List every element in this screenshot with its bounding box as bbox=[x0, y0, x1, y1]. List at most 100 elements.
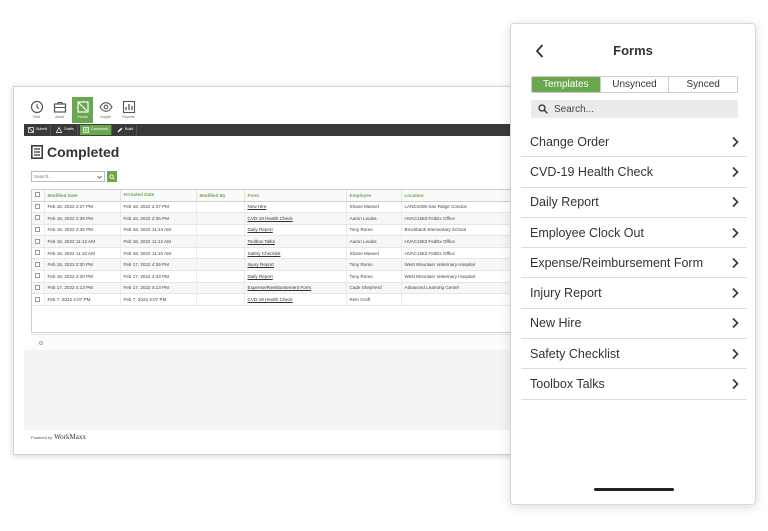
form-template-label: Daily Report bbox=[530, 195, 599, 210]
row-checkbox-cell[interactable] bbox=[32, 247, 45, 260]
column-header-location[interactable]: Location bbox=[401, 190, 512, 202]
row-checkbox[interactable] bbox=[35, 273, 40, 279]
table-row[interactable]: Feb 18, 2022 2:30 PM Feb 17, 2022 4:39 PM… bbox=[32, 258, 512, 272]
table-row[interactable]: Feb 18, 2022 2:30 PM Feb 17, 2022 4:33 PM… bbox=[32, 270, 512, 283]
form-link-cell[interactable]: Safety Checklist bbox=[244, 247, 347, 260]
table-cell: Tony Romo bbox=[346, 258, 402, 272]
row-checkbox[interactable] bbox=[35, 215, 40, 221]
table-cell: HVAC1583 FedEx Office bbox=[401, 235, 512, 248]
warning-icon bbox=[56, 127, 63, 133]
mobile-title: Forms bbox=[613, 43, 653, 58]
tab-templates[interactable]: Templates bbox=[532, 77, 601, 92]
table-cell: Feb 18, 2022 2:30 PM bbox=[44, 258, 121, 272]
tab-unsynced[interactable]: Unsynced bbox=[601, 77, 670, 92]
nav-time[interactable]: Time bbox=[26, 97, 47, 123]
row-checkbox-cell[interactable] bbox=[32, 282, 45, 295]
select-all-checkbox-cell[interactable] bbox=[32, 190, 45, 202]
row-checkbox-cell[interactable] bbox=[32, 270, 45, 283]
table-row[interactable]: Feb 18, 2022 11:10 AM Feb 18, 2022 11:10 … bbox=[32, 247, 512, 260]
chevron-right-icon bbox=[732, 197, 739, 208]
select-all-checkbox[interactable] bbox=[35, 192, 40, 198]
form-template-item[interactable]: Change Order bbox=[521, 127, 747, 158]
table-cell: West Mountain Veterinary Hospital bbox=[401, 270, 512, 283]
table-cell: Brockbank Elementary School bbox=[401, 224, 512, 237]
column-header-form[interactable]: Form bbox=[244, 190, 347, 202]
row-checkbox[interactable] bbox=[35, 238, 40, 244]
row-checkbox[interactable] bbox=[35, 296, 40, 302]
table-cell bbox=[196, 258, 245, 272]
eye-icon bbox=[98, 102, 113, 112]
table-row[interactable]: Feb 18, 2022 2:37 PM Feb 18, 2022 2:37 PM… bbox=[32, 201, 512, 214]
row-checkbox-cell[interactable] bbox=[32, 201, 45, 214]
search-row: Search... bbox=[31, 171, 117, 182]
chevron-right-icon bbox=[732, 227, 739, 238]
row-checkbox-cell[interactable] bbox=[32, 224, 45, 237]
form-template-item[interactable]: Daily Report bbox=[521, 188, 747, 218]
form-template-item[interactable]: New Hire bbox=[521, 309, 747, 340]
table-cell: Feb 18, 2022 2:36 PM bbox=[120, 212, 197, 225]
row-checkbox-cell[interactable] bbox=[32, 212, 45, 225]
row-checkbox[interactable] bbox=[35, 284, 40, 290]
table-footer bbox=[31, 334, 512, 350]
form-link-cell[interactable]: New Hire bbox=[244, 201, 347, 214]
row-checkbox[interactable] bbox=[35, 261, 40, 267]
subnav-build[interactable]: Build bbox=[114, 125, 138, 135]
form-link-cell[interactable]: Expense/Reimbursement Form bbox=[244, 282, 347, 295]
column-header-created-date[interactable]: ▾Created Date bbox=[120, 190, 197, 202]
form-template-item[interactable]: Expense/Reimbursement Form bbox=[521, 248, 747, 279]
row-checkbox-cell[interactable] bbox=[32, 235, 45, 248]
form-template-item[interactable]: Toolbox Talks bbox=[521, 369, 747, 400]
form-link-cell[interactable]: CVD-19 Health Check bbox=[244, 212, 347, 225]
form-template-item[interactable]: Safety Checklist bbox=[521, 339, 747, 370]
tab-synced[interactable]: Synced bbox=[669, 77, 737, 92]
column-header-modified-by[interactable]: Modified By bbox=[196, 190, 245, 202]
form-link-cell[interactable]: Daily Report bbox=[244, 270, 347, 283]
nav-forms[interactable]: Forms bbox=[72, 97, 93, 123]
chevron-right-icon bbox=[732, 288, 739, 299]
row-checkbox-cell[interactable] bbox=[32, 258, 45, 272]
form-template-item[interactable]: CVD-19 Health Check bbox=[521, 157, 747, 188]
form-template-label: CVD-19 Health Check bbox=[530, 164, 653, 179]
column-header-modified-date[interactable]: Modified Date bbox=[44, 190, 121, 202]
table-cell: Feb 17, 2022 4:39 PM bbox=[120, 258, 197, 272]
row-checkbox[interactable] bbox=[35, 250, 40, 256]
form-template-label: Safety Checklist bbox=[530, 346, 620, 361]
table-cell: Feb 18, 2022 2:37 PM bbox=[44, 201, 121, 214]
nav-insight[interactable]: Insight bbox=[95, 97, 116, 123]
search-button[interactable] bbox=[107, 171, 117, 182]
form-link-cell[interactable]: Injury Report bbox=[244, 258, 347, 272]
table-row[interactable]: Feb 18, 2022 2:35 PM Feb 18, 2022 11:14 A… bbox=[32, 224, 512, 237]
subnav-label: Build bbox=[125, 127, 134, 132]
column-header-employee[interactable]: Employee bbox=[346, 190, 402, 202]
chevron-down-icon bbox=[97, 175, 102, 179]
table-row[interactable]: Feb 18, 2022 2:36 PM Feb 18, 2022 2:36 PM… bbox=[32, 212, 512, 225]
form-link-cell[interactable]: Daily Report bbox=[244, 224, 347, 237]
nav-asset[interactable]: Asset bbox=[49, 97, 70, 123]
refresh-icon[interactable] bbox=[39, 341, 43, 345]
search-icon bbox=[109, 173, 115, 180]
form-template-label: Change Order bbox=[530, 134, 610, 149]
forms-tab-switcher: Templates Unsynced Synced bbox=[531, 76, 738, 93]
chart-icon bbox=[122, 100, 135, 114]
search-input[interactable]: Search... bbox=[31, 171, 105, 182]
form-template-item[interactable]: Injury Report bbox=[521, 278, 747, 309]
nav-reports[interactable]: Reports bbox=[118, 97, 139, 123]
form-template-item[interactable]: Employee Clock Out bbox=[521, 218, 747, 249]
subnav-submit[interactable]: Submit bbox=[25, 125, 52, 135]
chevron-right-icon bbox=[732, 378, 739, 390]
subnav-completed[interactable]: Completed bbox=[79, 125, 113, 135]
mobile-search-input[interactable]: Search... bbox=[531, 100, 738, 118]
table-row[interactable]: Feb 17, 2022 4:13 PM Feb 17, 2022 4:13 PM… bbox=[32, 282, 512, 295]
row-checkbox[interactable] bbox=[35, 203, 40, 209]
subnav-label: Drafts bbox=[64, 127, 74, 132]
table-cell bbox=[196, 293, 245, 306]
powered-by-footer: Powered by WorkMaxx bbox=[31, 433, 86, 441]
row-checkbox[interactable] bbox=[35, 226, 40, 232]
form-link-cell[interactable]: CVD-19 Health Check bbox=[244, 293, 347, 306]
subnav-drafts[interactable]: Drafts bbox=[53, 125, 78, 135]
row-checkbox-cell[interactable] bbox=[32, 293, 45, 306]
table-row[interactable]: Feb 18, 2022 11:12 AM Feb 18, 2022 11:12 … bbox=[32, 235, 512, 248]
page-title-row: Completed bbox=[31, 144, 119, 160]
form-link-cell[interactable]: Toolbox Talks bbox=[244, 235, 347, 248]
table-row[interactable]: Feb 7, 2022 4:07 PM Feb 7, 2022 4:07 PM CV… bbox=[32, 293, 512, 306]
